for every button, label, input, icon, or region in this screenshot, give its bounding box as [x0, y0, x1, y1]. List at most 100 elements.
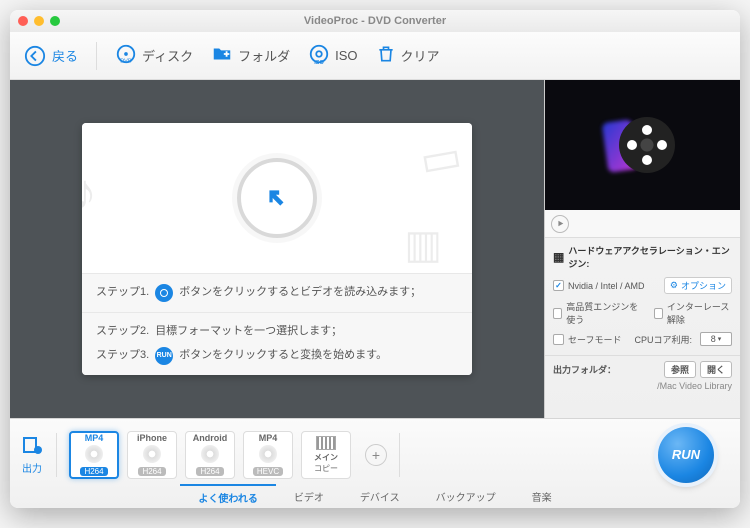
side-panel: ▦ ハードウェアアクセラレーション・エンジン: Nvidia / Intel /… [544, 80, 740, 418]
back-button[interactable]: 戻る [24, 45, 78, 67]
hq-checkbox[interactable] [553, 308, 562, 319]
disc-icon [143, 445, 161, 463]
preset-fmt: MP4 [85, 433, 104, 443]
iso-button[interactable]: ISO ISO [308, 43, 357, 68]
preset-android[interactable]: Android H264 [185, 431, 235, 479]
clear-button[interactable]: クリア [376, 44, 440, 67]
browse-button[interactable]: 参照 [664, 361, 696, 378]
close-icon[interactable] [18, 16, 28, 26]
disc-button[interactable]: DVD ディスク [115, 43, 193, 68]
window-title: VideoProc - DVD Converter [304, 15, 446, 27]
safe-label: セーフモード [568, 333, 621, 346]
output-settings-button[interactable]: 出力 [20, 434, 44, 475]
svg-text:DVD: DVD [120, 58, 132, 64]
output-folder-section: 出力フォルダ： 参照 開く /Mac Video Library [545, 355, 740, 396]
preset-fmt: MP4 [259, 433, 278, 443]
tab-backup[interactable]: バックアップ [418, 484, 514, 508]
disc-icon: DVD [115, 43, 137, 68]
back-icon [24, 45, 46, 67]
preview-area [545, 80, 740, 210]
clear-label: クリア [401, 46, 440, 65]
deint-label: インターレース解除 [667, 300, 732, 326]
step1-label: ステップ1. [96, 284, 149, 302]
disc-label: ディスク [142, 46, 193, 65]
presets-row: 出力 MP4 H264 iPhone H264 Android H264 MP4 [10, 419, 740, 484]
folder-label: フォルダ [238, 46, 290, 65]
reel-icon [611, 113, 675, 177]
iso-label: ISO [335, 48, 357, 63]
run-button[interactable]: RUN [658, 427, 714, 483]
drop-circle[interactable] [237, 158, 317, 238]
note-deco-icon: ♪ [82, 163, 97, 221]
preset-maincopy[interactable]: メイン コピー [301, 431, 351, 479]
gear-icon: ⚙ [670, 280, 678, 291]
option-button[interactable]: ⚙オプション [664, 277, 732, 294]
deint-checkbox[interactable] [654, 308, 663, 319]
step3-text: ボタンをクリックすると変換を始めます。 [179, 347, 387, 365]
output-folder-label: 出力フォルダ： [553, 363, 616, 376]
tab-frequent[interactable]: よく使われる [180, 484, 276, 508]
step-1: ステップ1. ボタンをクリックするとビデオを読み込みます； [82, 273, 472, 312]
titlebar: VideoProc - DVD Converter [10, 10, 740, 32]
cpu-select[interactable]: 8 ▾ [700, 332, 732, 346]
open-button[interactable]: 開く [700, 361, 732, 378]
tab-music[interactable]: 音楽 [514, 484, 570, 508]
film-icon [316, 436, 336, 450]
chip-icon: ▦ [553, 250, 564, 264]
svg-text:ISO: ISO [314, 60, 324, 65]
bottom-bar: 出力 MP4 H264 iPhone H264 Android H264 MP4 [10, 418, 740, 508]
output-path: /Mac Video Library [553, 378, 732, 391]
step-2-3: ステップ2. 目標フォーマットを一つ選択します； ステップ3. RUN ボタンを… [82, 312, 472, 375]
maincopy-l1: メイン [314, 452, 338, 463]
preset-mp4-h264[interactable]: MP4 H264 [69, 431, 119, 479]
step2-label: ステップ2. [96, 323, 149, 341]
preset-sub: H264 [80, 467, 107, 476]
add-preset-button[interactable]: + [365, 444, 387, 466]
content-area: ♪ ▭ ▥ ステップ1. ボタンをクリックするとビデオを読み込みます； [10, 80, 740, 418]
output-icon [20, 434, 44, 458]
hw-title: ▦ ハードウェアアクセラレーション・エンジン: [553, 244, 732, 270]
preset-sub: H264 [138, 467, 165, 476]
disc-icon [201, 445, 219, 463]
nvidia-label: Nvidia / Intel / AMD [568, 281, 645, 291]
safe-checkbox[interactable] [553, 334, 564, 345]
main-panel: ♪ ▭ ▥ ステップ1. ボタンをクリックするとビデオを読み込みます； [10, 80, 544, 418]
folder-button[interactable]: フォルダ [211, 43, 290, 68]
guide-card: ♪ ▭ ▥ ステップ1. ボタンをクリックするとビデオを読み込みます； [82, 123, 472, 375]
chevron-down-icon: ▾ [718, 335, 722, 343]
nvidia-checkbox[interactable] [553, 280, 564, 291]
arrow-up-left-icon [264, 185, 290, 211]
separator [96, 42, 97, 70]
back-label: 戻る [52, 46, 78, 65]
hw-accel-section: ▦ ハードウェアアクセラレーション・エンジン: Nvidia / Intel /… [545, 238, 740, 355]
iso-icon: ISO [308, 43, 330, 68]
play-button[interactable] [551, 215, 569, 233]
step1-text: ボタンをクリックするとビデオを読み込みます； [179, 284, 421, 302]
clap-deco-icon: ▭ [416, 130, 466, 187]
hw-row3: セーフモード CPUコア利用: 8 ▾ [553, 329, 732, 349]
preset-sub: HEVC [253, 467, 283, 476]
step2-text: 目標フォーマットを一つ選択します； [155, 323, 342, 341]
cpu-label: CPUコア利用: [634, 333, 692, 346]
play-controls [545, 210, 740, 238]
separator [399, 433, 400, 477]
tab-video[interactable]: ビデオ [276, 484, 342, 508]
maincopy-l2: コピー [314, 463, 338, 474]
traffic-lights [18, 16, 60, 26]
separator [56, 433, 57, 477]
preset-mp4-hevc[interactable]: MP4 HEVC [243, 431, 293, 479]
hw-row2: 高品質エンジンを使う インターレース解除 [553, 297, 732, 329]
disc-icon [259, 445, 277, 463]
dvd-step-icon [155, 284, 173, 302]
app-window: VideoProc - DVD Converter 戻る DVD ディスク フォ… [10, 10, 740, 508]
run-step-icon: RUN [155, 347, 173, 365]
maximize-icon[interactable] [50, 16, 60, 26]
toolbar: 戻る DVD ディスク フォルダ ISO ISO クリア [10, 32, 740, 80]
tab-device[interactable]: デバイス [342, 484, 418, 508]
preset-iphone[interactable]: iPhone H264 [127, 431, 177, 479]
hw-nvidia-row: Nvidia / Intel / AMD ⚙オプション [553, 274, 732, 297]
steps-list: ステップ1. ボタンをクリックするとビデオを読み込みます； ステップ2. 目標フ… [82, 273, 472, 375]
minimize-icon[interactable] [34, 16, 44, 26]
doc-deco-icon: ▥ [404, 222, 442, 268]
preset-fmt: iPhone [137, 433, 167, 443]
